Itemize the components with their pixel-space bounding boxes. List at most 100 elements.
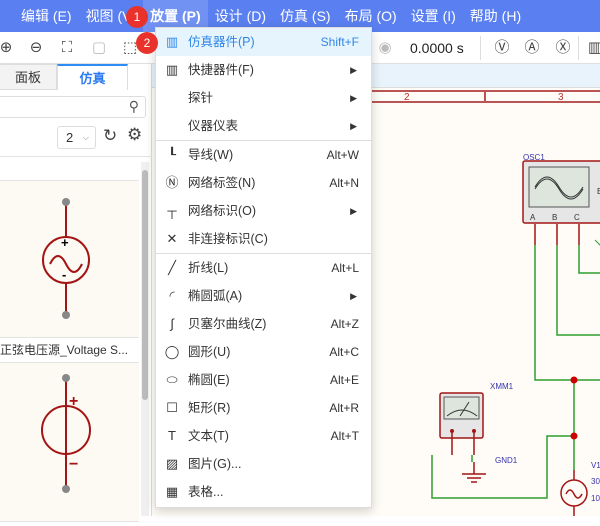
menu-item-label: 仪器仪表: [188, 119, 239, 133]
menu-item-label: 快捷器件(F): [188, 63, 254, 77]
menu-item-label: 非连接标识(C): [188, 232, 268, 246]
tab-panel[interactable]: 面板: [0, 64, 57, 90]
circle-icon: ◯: [164, 344, 180, 359]
menu-item-shortcut: Shift+F: [320, 35, 359, 49]
diff-probe-icon[interactable]: Ⓧ: [553, 38, 573, 58]
svg-text:−: −: [69, 456, 78, 473]
refresh-icon[interactable]: ↻: [103, 126, 117, 146]
menu-item-shortcut: Alt+W: [326, 148, 359, 162]
divider: [0, 156, 152, 157]
scrollbar-thumb[interactable]: [142, 170, 148, 400]
menu-help[interactable]: 帮助 (H): [463, 0, 528, 32]
menu-item[interactable]: ◯ 圆形(U) Alt+C: [156, 338, 371, 366]
page-select-value: 2: [66, 130, 74, 145]
menu-item-label: 矩形(R): [188, 401, 231, 415]
menu-file-partial[interactable]: [0, 0, 14, 32]
menu-item[interactable]: Ⓝ 网络标签(N) Alt+N: [156, 169, 371, 197]
ellipse-icon: ⬭: [166, 372, 178, 387]
sim-time: 0.0000 s: [410, 40, 464, 56]
junction: [570, 376, 578, 384]
menu-item[interactable]: ╱ 折线(L) Alt+L: [156, 254, 371, 282]
menu-item[interactable]: ┬ 网络标识(O) ▶: [156, 197, 371, 225]
menu-item-label: 文本(T): [188, 429, 229, 443]
dc-current-source-symbol: + −: [41, 374, 91, 493]
menu-item-label: 圆形(U): [188, 345, 231, 359]
menu-item[interactable]: ∫ 贝塞尔曲线(Z) Alt+Z: [156, 310, 371, 338]
v1-freq: 10: [591, 494, 600, 503]
menu-item-label: 图片(G)...: [188, 457, 242, 471]
osc-pin-c: C: [574, 213, 580, 222]
page-select[interactable]: 2 ⌵: [57, 126, 96, 149]
gear-icon[interactable]: ⚙: [127, 125, 142, 145]
menu-item[interactable]: ▨ 图片(G)...: [156, 450, 371, 478]
menu-item-shortcut: Alt+T: [330, 429, 359, 443]
menu-item-label: 椭圆弧(A): [188, 289, 243, 303]
voltage-probe-icon[interactable]: Ⓥ: [492, 38, 512, 58]
scrollbar[interactable]: [141, 162, 149, 516]
submenu-arrow-icon: ▶: [350, 121, 357, 131]
table-icon: ▦: [165, 484, 179, 499]
place-menu: ▥ 仿真器件(P) Shift+F ▥ 快捷器件(F) ▶ 探针 ▶ 仪器仪表 ▶ ┖ 导线(W) Al…: [155, 27, 372, 508]
divider: [480, 36, 481, 60]
submenu-arrow-icon: ▶: [350, 65, 357, 75]
menu-item[interactable]: ⬭ 椭圆(E) Alt+E: [156, 366, 371, 394]
submenu-arrow-icon: ▶: [350, 206, 357, 216]
zoom-in-icon[interactable]: ⊕: [0, 38, 16, 58]
svg-text:-: -: [62, 267, 66, 282]
divider: [578, 36, 579, 60]
menu-item[interactable]: ▥ 快捷器件(F) ▶: [156, 56, 371, 84]
osc-label: OSC1: [523, 153, 545, 162]
fit-view-icon[interactable]: ⛶: [57, 38, 77, 58]
step-badge-2: 2: [136, 32, 158, 54]
submenu-arrow-icon: ▶: [350, 291, 357, 301]
chevron-down-icon: ⌵: [82, 133, 89, 142]
menu-item[interactable]: 探针 ▶: [156, 84, 371, 112]
menu-item[interactable]: ┖ 导线(W) Alt+W: [156, 141, 371, 169]
chip-icon[interactable]: ▥: [585, 38, 600, 58]
zoom-area-icon[interactable]: ▢: [89, 38, 109, 58]
menu-item-label: 仿真器件(P): [188, 35, 255, 49]
zoom-out-icon[interactable]: ⊖: [26, 38, 46, 58]
current-probe-icon[interactable]: Ⓐ: [522, 38, 542, 58]
menu-item-label: 网络标签(N): [188, 176, 256, 190]
menu-item-label: 表格...: [188, 485, 224, 499]
bezier-icon: ∫: [170, 316, 174, 331]
sine-voltage-source-symbol: +-: [42, 198, 90, 319]
stop-icon[interactable]: ◉: [375, 38, 395, 58]
wire-icon: ┖: [168, 147, 176, 162]
svg-text:+: +: [61, 235, 69, 250]
menu-item-shortcut: Alt+Z: [330, 317, 359, 331]
menu-item[interactable]: 仪器仪表 ▶: [156, 112, 371, 140]
menu-item[interactable]: ▥ 仿真器件(P) Shift+F: [156, 28, 371, 56]
gnd-label: GND1: [495, 456, 518, 465]
menu-item-label: 椭圆(E): [188, 373, 230, 387]
menu-item[interactable]: ▦ 表格...: [156, 478, 371, 506]
osc-pin-b: B: [552, 213, 558, 222]
menu-settings[interactable]: 设置 (I): [404, 0, 463, 32]
junction: [570, 432, 578, 440]
component-label: 正弦电压源_Voltage S...: [0, 343, 129, 357]
menu-item-shortcut: Alt+L: [331, 261, 359, 275]
search-input[interactable]: ⚲: [0, 96, 146, 118]
component-card[interactable]: + -: [0, 180, 139, 338]
rect-icon: ☐: [166, 400, 178, 415]
menu-item[interactable]: ✕ 非连接标识(C): [156, 225, 371, 253]
component-card[interactable]: + −: [0, 362, 139, 522]
menu-item-label: 探针: [188, 91, 214, 105]
polyline-icon: ╱: [168, 260, 176, 275]
menu-item-label: 贝塞尔曲线(Z): [188, 317, 267, 331]
menu-item[interactable]: ◜ 椭圆弧(A) ▶: [156, 282, 371, 310]
x-icon: ✕: [166, 231, 178, 246]
menu-edit[interactable]: 编辑 (E): [14, 0, 79, 32]
menu-item[interactable]: ☐ 矩形(R) Alt+R: [156, 394, 371, 422]
v1-value: 30: [591, 477, 600, 486]
menu-item[interactable]: T 文本(T) Alt+T: [156, 422, 371, 450]
vcc-icon: ┬: [167, 203, 177, 218]
tab-simulation[interactable]: 仿真: [57, 64, 128, 90]
menu-item-shortcut: Alt+N: [329, 176, 359, 190]
xmm-label: XMM1: [490, 382, 514, 391]
menu-item-shortcut: Alt+C: [329, 345, 359, 359]
search-icon[interactable]: ⚲: [129, 98, 139, 115]
menu-item-label: 导线(W): [188, 148, 234, 162]
osc-pin-a: A: [530, 213, 536, 222]
